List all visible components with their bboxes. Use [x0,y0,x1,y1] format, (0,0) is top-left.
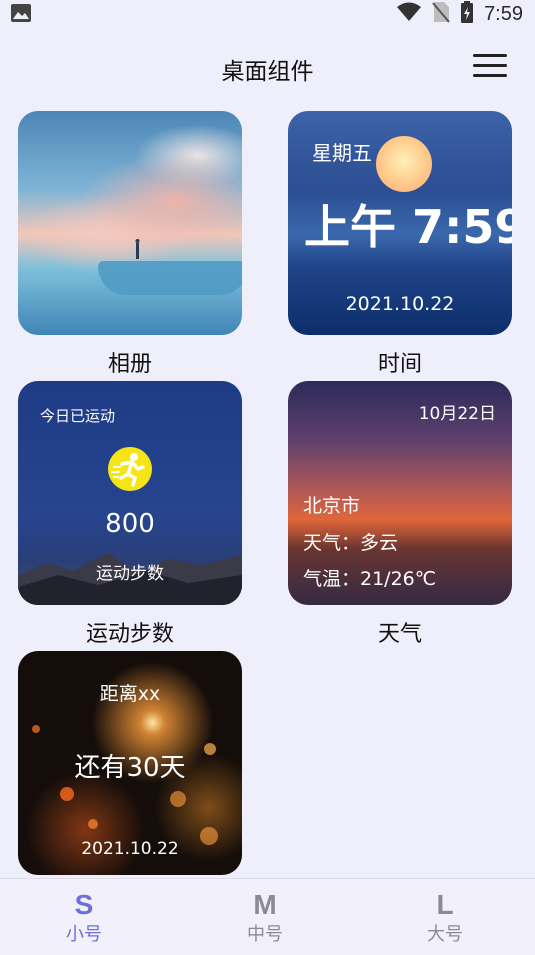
time-clock: 上午 7:59 [304,200,512,254]
page-title: 桌面组件 [221,59,314,85]
no-sim-icon [432,1,450,27]
weather-label: 天气 [377,622,422,647]
album-figure [135,239,140,259]
countdown-remaining: 还有30天 [74,753,186,783]
bokeh-light [88,819,98,829]
steps-caption: 运动步数 [96,564,164,584]
nav-tab-large[interactable]: L 大号 [385,887,505,947]
large-size-icon: L [436,889,454,920]
menu-icon[interactable] [473,54,507,80]
image-icon [10,3,32,23]
sun-image [376,136,432,192]
weather-temperature: 气温：21/26℃ [303,568,437,590]
album-widget[interactable] [18,111,242,335]
status-bar: 7:59 [0,0,535,28]
nav-tab-medium[interactable]: M 中号 [205,887,325,947]
nav-label-small: 小号 [66,924,102,945]
bottom-navigation: S 小号 M 中号 L 大号 [0,878,535,955]
widgets-page: 7:59 桌面组件 相册 星期五 上午 7:59 2021.10.22 时间 今… [0,0,535,955]
bokeh-light [32,725,40,733]
weather-city: 北京市 [303,495,361,517]
time-label: 时间 [377,352,422,377]
weather-date: 10月22日 [418,404,496,424]
time-date: 2021.10.22 [345,293,455,315]
status-time: 7:59 [484,2,523,25]
countdown-title: 距离xx [99,683,161,705]
steps-count: 800 [105,509,155,539]
medium-size-icon: M [253,889,277,920]
time-weekday: 星期五 [312,141,372,165]
bokeh-light [170,791,186,807]
wifi-icon [396,2,422,26]
weather-condition: 天气：多云 [303,532,399,554]
time-widget[interactable]: 星期五 上午 7:59 2021.10.22 [288,111,512,335]
steps-label: 运动步数 [85,622,174,647]
nav-tab-small[interactable]: S 小号 [24,887,144,947]
nav-label-medium: 中号 [247,924,283,945]
countdown-date: 2021.10.22 [81,839,179,859]
small-size-icon: S [74,889,94,920]
nav-label-large: 大号 [427,924,463,945]
bokeh-light [60,787,74,801]
weather-widget[interactable]: 10月22日 北京市 天气：多云 气温：21/26℃ [288,381,512,605]
app-header: 桌面组件 [0,40,535,96]
steps-today-text: 今日已运动 [40,407,116,425]
album-label: 相册 [107,352,152,377]
runner-icon [108,447,152,491]
steps-widget[interactable]: 今日已运动 800 运动步数 [18,381,242,605]
countdown-widget[interactable]: 距离xx 还有30天 2021.10.22 [18,651,242,875]
battery-icon [460,1,474,27]
